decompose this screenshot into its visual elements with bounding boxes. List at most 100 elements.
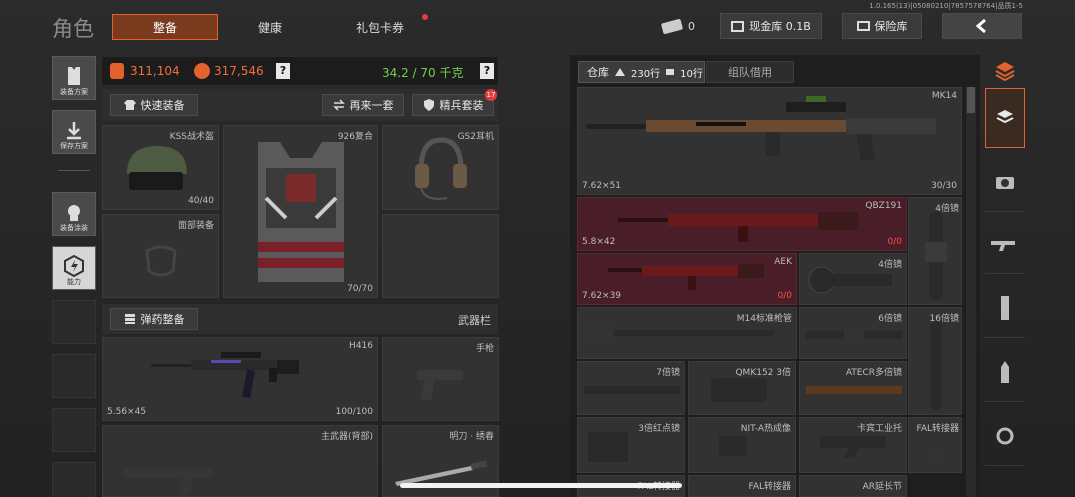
skin-button[interactable]: 装备涂装 [52, 192, 96, 236]
safe-box-button[interactable]: 保险库 [842, 13, 922, 39]
home-icon [615, 68, 625, 76]
scope-icon [808, 266, 892, 294]
category-ammo[interactable] [985, 342, 1025, 402]
sort-stack-button[interactable] [985, 56, 1025, 86]
category-attachments[interactable] [985, 406, 1025, 466]
tab-gifts-label: 礼包卡券 [355, 20, 404, 35]
item-fal-adapter[interactable]: FAL转接器 [688, 475, 796, 497]
rifle-icon [151, 352, 299, 399]
barrel-icon [584, 326, 774, 340]
headset-slot[interactable]: GS2耳机 [382, 125, 499, 210]
item-ammo: 0/0 [777, 291, 792, 301]
scrollbar-thumb[interactable] [967, 87, 975, 113]
scope-icon [925, 212, 947, 300]
assault-rifle-icon [618, 212, 858, 242]
ammo-button[interactable]: 弹药整备 [110, 308, 198, 330]
item-red-dot-3x[interactable]: 3倍红点镜 [577, 417, 685, 473]
back-weapon-slot[interactable]: 主武器(背部) [102, 425, 378, 497]
item-scope-6x[interactable]: 6倍镜 [799, 307, 907, 359]
tab-health[interactable]: 健康 [230, 14, 310, 40]
item-mk14[interactable]: MK14 7.62×51 30/30 [577, 87, 962, 195]
ammo-label: 弹药整备 [140, 313, 185, 326]
elite-set-label: 精兵套装 [439, 99, 484, 112]
armor-vest-icon [258, 142, 344, 282]
camera-icon [996, 176, 1014, 189]
headset-icon [415, 137, 467, 200]
pistol-name: 手枪 [475, 344, 494, 354]
item-m14-barrel[interactable]: M14标准枪管 [577, 307, 797, 359]
item-name: QBZ191 [865, 201, 902, 211]
item-ammo: 30/30 [931, 181, 957, 191]
warehouse-rows: 230行 [631, 68, 661, 80]
quick-equip-button[interactable]: 快速装备 [110, 94, 198, 116]
item-name: 3倍红点镜 [638, 424, 680, 434]
item-ar-extension[interactable]: AR延长节 [799, 475, 907, 497]
helmet-slot[interactable]: KSS战术盔 40/40 [102, 125, 219, 210]
scrollbar-track[interactable] [966, 87, 976, 497]
home-indicator[interactable] [400, 483, 682, 488]
paint-icon [68, 205, 80, 221]
equip-again-label: 再来一套 [349, 99, 394, 112]
category-weapons[interactable] [985, 214, 1025, 274]
magazine-icon [1001, 295, 1009, 320]
item-qmk152[interactable]: QMK152 3倍 [688, 361, 796, 415]
pistol-slot[interactable]: 手枪 [382, 337, 499, 421]
empty-gear-slot[interactable] [382, 214, 499, 298]
elite-set-button[interactable]: 精兵套装 17 [412, 89, 497, 116]
item-carbine-stock[interactable]: 卡宾工业托 [799, 417, 907, 473]
item-scope-16x[interactable]: 16倍镜 [908, 307, 962, 415]
tab-gifts[interactable]: 礼包卡券 [330, 14, 430, 40]
safe-box-icon [856, 21, 870, 31]
backpack-value: 311,104 [130, 64, 180, 78]
side-divider [58, 170, 90, 171]
empty-slot [52, 462, 96, 497]
face-slot[interactable]: 面部装备 [102, 214, 219, 298]
back-button[interactable] [942, 13, 1022, 39]
item-aek[interactable]: AEK 7.62×39 0/0 [577, 253, 797, 305]
swap-icon [332, 99, 345, 111]
item-nit-a[interactable]: NIT-A热成像 [688, 417, 796, 473]
item-name: ATECR多倍镜 [845, 368, 902, 378]
equip-again-button[interactable]: 再来一套 [322, 94, 404, 116]
armor-slot[interactable]: 926复合 70/70 [223, 125, 378, 298]
loadout-plan-button[interactable]: 装备方案 [52, 56, 96, 100]
rifle-silhouette-icon [123, 468, 213, 494]
primary-weapon-durability: 100/100 [335, 407, 373, 417]
item-atecr[interactable]: ATECR多倍镜 [799, 361, 907, 415]
weight-help-button[interactable]: ? [480, 63, 494, 79]
warehouse-tab[interactable]: 仓库 230行 10行 [578, 61, 705, 83]
item-name: AEK [774, 257, 792, 267]
value-help-button[interactable]: ? [276, 63, 290, 79]
primary-weapon-name: H416 [349, 341, 373, 351]
item-scope-4x[interactable]: 4倍镜 [799, 253, 907, 305]
item-scope-4x-vertical[interactable]: 4倍镜 [908, 197, 962, 305]
ticket-icon [660, 18, 684, 34]
scope-icon [806, 328, 902, 342]
scope-icon [588, 432, 628, 462]
cash-vault-button[interactable]: 现金库 0.1B [720, 13, 822, 39]
item-scope-7x[interactable]: 7倍镜 [577, 361, 685, 415]
safe-box-label: 保险库 [874, 20, 908, 33]
mask-icon [145, 245, 177, 277]
tab-health-label: 健康 [257, 20, 282, 35]
primary-weapon-slot[interactable]: H416 5.56×45 100/100 [102, 337, 378, 421]
item-fal-adapter[interactable]: FAL转接器 [908, 417, 962, 473]
shirt-icon [123, 100, 136, 110]
category-all[interactable] [985, 88, 1025, 148]
back-weapon-name: 主武器(背部) [320, 432, 373, 442]
stock-icon [820, 436, 886, 458]
item-qbz191[interactable]: QBZ191 5.8×42 0/0 [577, 197, 907, 251]
category-magazines[interactable] [985, 278, 1025, 338]
ticket-counter[interactable]: 0 [660, 16, 702, 36]
tab-gear[interactable]: 整备 [112, 14, 218, 40]
category-gear[interactable] [985, 152, 1025, 212]
scope-icon [584, 386, 680, 394]
box-icon [996, 110, 1014, 124]
ability-button[interactable]: 能力 [52, 246, 96, 290]
loadout-plan-label: 装备方案 [60, 88, 88, 96]
item-name: FAL转接器 [916, 424, 959, 434]
save-plan-button[interactable]: 保存方案 [52, 110, 96, 154]
backpack-value-icon [110, 63, 124, 79]
scope-icon [719, 436, 747, 456]
team-borrow-tab[interactable]: 组队借用 [706, 61, 794, 83]
